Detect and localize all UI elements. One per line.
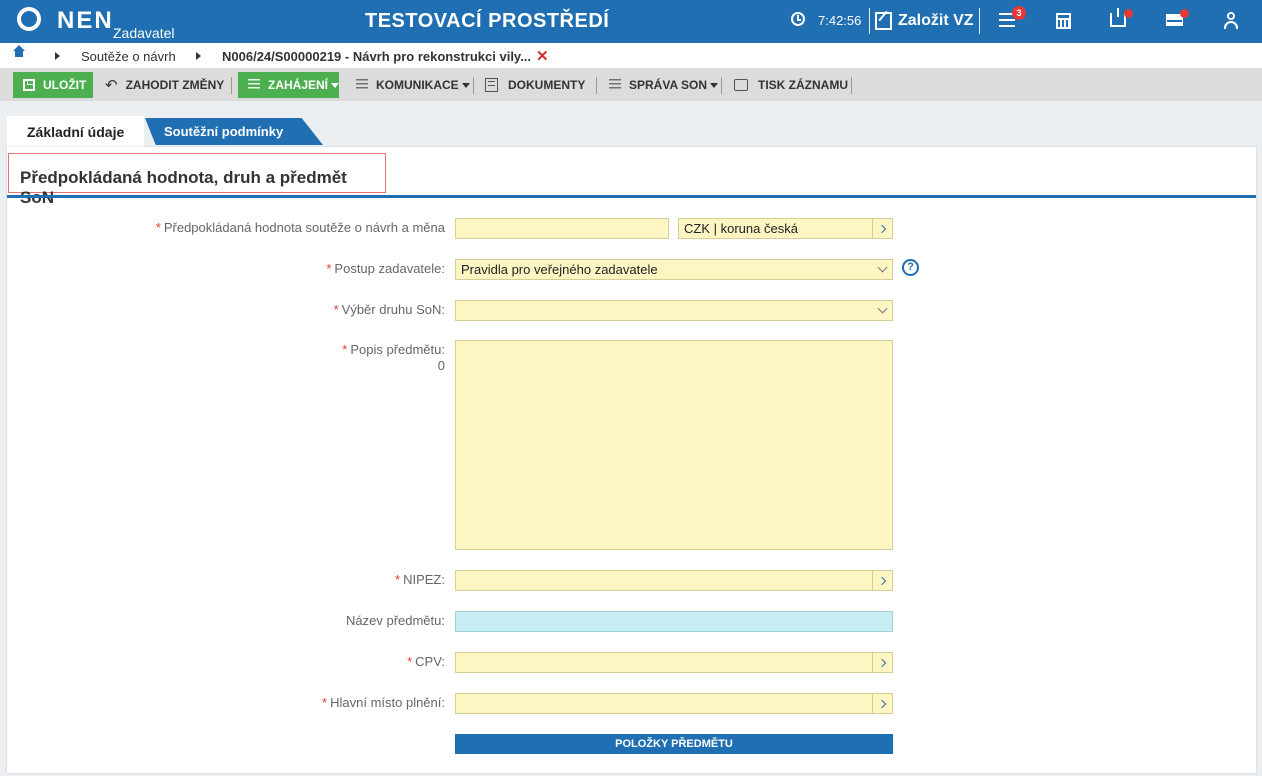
description-char-count: 0 <box>437 358 445 373</box>
section-divider <box>7 195 1256 198</box>
currency-value: CZK | koruna česká <box>684 221 798 236</box>
tab-basic-info[interactable]: Základní údaje <box>7 116 145 147</box>
procedure-select[interactable]: Pravidla pro veřejného zadavatele <box>455 259 893 280</box>
discard-label: ZAHODIT ZMĚNY <box>125 78 225 92</box>
start-dropdown-button[interactable]: ZAHÁJENÍ <box>238 72 339 98</box>
calculator-icon[interactable] <box>1056 13 1071 29</box>
type-label: * Výběr druhu SoN: <box>333 302 445 317</box>
create-vz-label: Založit VZ <box>898 12 974 29</box>
divider <box>979 8 980 34</box>
chevron-right-icon[interactable] <box>872 219 892 238</box>
create-vz-button[interactable]: Založit VZ <box>875 9 974 33</box>
environment-title: TESTOVACÍ PROSTŘEDÍ <box>365 10 610 32</box>
subject-name-field <box>455 611 893 632</box>
breadcrumb-current: N006/24/S00000219 - Návrh pro rekonstruk… <box>222 49 532 64</box>
section-title: Předpokládaná hodnota, druh a předmět So… <box>8 153 386 207</box>
place-input[interactable] <box>455 693 893 714</box>
chevron-down-icon[interactable] <box>873 260 892 279</box>
divider <box>473 77 474 94</box>
discard-changes-button[interactable]: ↶ ZAHODIT ZMĚNY <box>105 72 224 98</box>
save-label: ULOŽIT <box>43 78 87 92</box>
edit-icon <box>875 12 892 30</box>
home-icon[interactable] <box>13 45 25 61</box>
divider <box>721 77 722 94</box>
divider <box>596 77 597 94</box>
user-icon[interactable] <box>1223 12 1239 30</box>
caret-down-icon <box>331 82 339 88</box>
currency-select[interactable]: CZK | koruna česká <box>678 218 893 239</box>
place-label: * Hlavní místo plnění: <box>322 695 445 710</box>
chevron-right-icon[interactable] <box>872 694 892 713</box>
save-button[interactable]: ULOŽIT <box>13 72 93 98</box>
close-icon[interactable]: ✕ <box>536 47 549 65</box>
caret-down-icon <box>710 82 719 88</box>
logo-text: NEN <box>57 7 114 34</box>
form-panel: Předpokládaná hodnota, druh a předmět So… <box>7 147 1256 773</box>
clock-icon <box>791 12 805 26</box>
top-bar: NEN Zadavatel TESTOVACÍ PROSTŘEDÍ 7:42:5… <box>0 0 1262 43</box>
print-label: TISK ZÁZNAMU <box>758 78 848 92</box>
tab-label: Soutěžní podmínky <box>164 124 284 139</box>
undo-icon: ↶ <box>105 77 118 94</box>
session-clock: 7:42:56 <box>818 13 862 28</box>
documents-label: DOKUMENTY <box>508 78 586 92</box>
chevron-right-icon <box>196 52 201 60</box>
cpv-label: * CPV: <box>407 654 445 669</box>
value-label: * Předpokládaná hodnota soutěže o návrh a… <box>155 220 445 235</box>
communication-label: KOMUNIKACE <box>376 78 459 92</box>
documents-button[interactable]: DOKUMENTY <box>485 72 585 98</box>
chevron-right-icon[interactable] <box>872 571 892 590</box>
breadcrumb-item[interactable]: Soutěže o návrh <box>81 49 176 64</box>
list-icon <box>248 79 260 91</box>
tab-bar: Základní údaje Soutěžní podmínky <box>0 101 1262 147</box>
nipez-input[interactable] <box>455 570 893 591</box>
son-admin-label: SPRÁVA SON <box>629 78 708 92</box>
subject-name-label: Název předmětu: <box>346 613 445 628</box>
son-type-select[interactable] <box>455 300 893 321</box>
inbox-alert-dot <box>1124 9 1133 18</box>
start-label: ZAHÁJENÍ <box>267 78 328 92</box>
son-admin-dropdown-button[interactable]: SPRÁVA SON <box>609 72 719 98</box>
procedure-value: Pravidla pro veřejného zadavatele <box>461 262 658 277</box>
description-textarea[interactable] <box>455 340 893 550</box>
divider <box>231 77 232 94</box>
list-icon <box>609 79 621 91</box>
procedure-label: * Postup zadavatele: <box>326 261 445 276</box>
description-label: * Popis předmětu: <box>342 342 445 357</box>
cpv-input[interactable] <box>455 652 893 673</box>
chevron-down-icon[interactable] <box>873 301 892 320</box>
nen-logo-icon <box>17 7 41 31</box>
caret-down-icon <box>461 82 470 88</box>
notification-badge: 3 <box>1012 6 1026 20</box>
printer-icon <box>734 79 748 91</box>
communication-dropdown-button[interactable]: KOMUNIKACE <box>356 72 470 98</box>
help-icon[interactable]: ? <box>902 259 919 276</box>
toolbar: ULOŽIT ↶ ZAHODIT ZMĚNY ZAHÁJENÍ KOMUNIKA… <box>0 68 1262 101</box>
divider <box>851 77 852 94</box>
mail-alert-dot <box>1180 9 1189 18</box>
estimated-value-input[interactable] <box>455 218 669 239</box>
subject-items-button[interactable]: POLOŽKY PŘEDMĚTU <box>455 734 893 754</box>
save-icon <box>23 79 35 91</box>
print-record-button[interactable]: TISK ZÁZNAMU <box>734 72 848 98</box>
chevron-right-icon <box>55 52 60 60</box>
tab-competition-conditions[interactable]: Soutěžní podmínky <box>145 118 323 145</box>
nipez-label: * NIPEZ: <box>395 572 445 587</box>
document-icon <box>485 78 498 92</box>
divider <box>869 8 870 34</box>
breadcrumb: Soutěže o návrh N006/24/S00000219 - Návr… <box>0 43 1262 68</box>
list-icon <box>356 79 368 91</box>
logo-subtitle: Zadavatel <box>113 25 175 41</box>
chevron-right-icon[interactable] <box>872 653 892 672</box>
